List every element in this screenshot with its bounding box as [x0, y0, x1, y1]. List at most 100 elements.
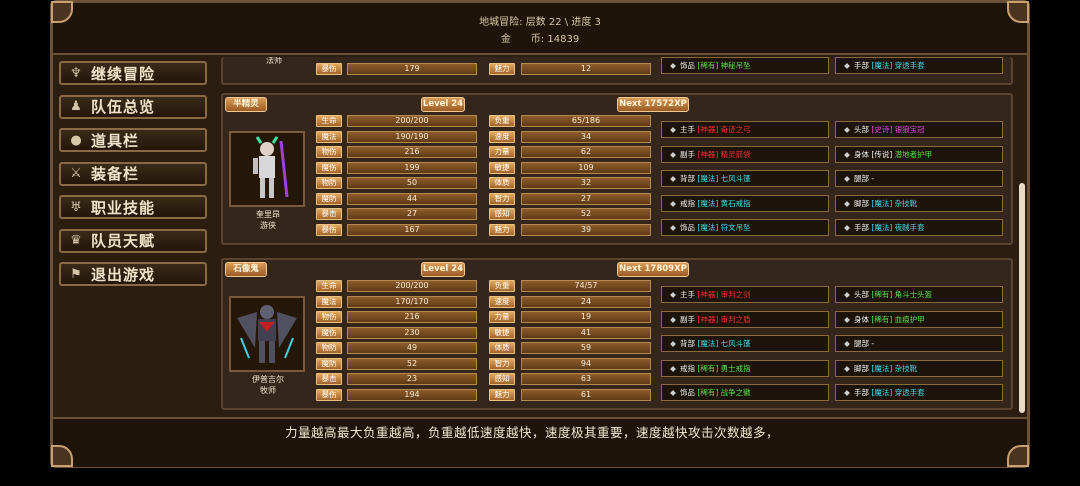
gold-display: 金 币: 14839	[500, 34, 580, 45]
demon-icon: ♆	[70, 65, 82, 81]
stat-value: 109	[521, 161, 651, 174]
stat-value: 41	[521, 326, 651, 339]
equip-slot[interactable]: ◆ 戒指 [魔法] 黄石戒指	[661, 194, 829, 212]
item-name: 勇士戒指	[720, 363, 751, 373]
equip-slot[interactable]: ◆ 饰品 [稀有] 战争之徽	[661, 384, 829, 401]
rarity-tag: [稀有]	[871, 290, 893, 299]
equip-slot[interactable]: ◆ 饰品 [稀有] 神秘吊坠	[661, 57, 829, 74]
stat-value: 63	[521, 373, 651, 385]
stat-label: 敏捷	[489, 161, 515, 174]
item-name: 血痕护甲	[894, 314, 925, 324]
equip-slot[interactable]: ◆ 手部 [魔法] 夜贼手套	[835, 219, 1003, 236]
equip-slot[interactable]: ◆ 脚部 [魔法] 杂技靴	[835, 194, 1003, 212]
item-name: 神秘吊坠	[720, 61, 751, 70]
top-status-bar: 地城冒险: 层数 22 \ 进度 3 金 币: 14839	[53, 3, 1027, 55]
menu-label: 继续冒险	[91, 64, 156, 83]
menu-button-7[interactable]: ⚑ 退出游戏	[59, 262, 207, 286]
item-icon: ◆	[670, 363, 676, 373]
menu-label: 队伍总览	[91, 98, 156, 116]
item-icon: ◆	[670, 223, 676, 232]
equip-slot[interactable]: ◆ 主手 [神器] 审判之剑	[661, 286, 829, 303]
rarity-tag: [神器]	[697, 149, 719, 159]
item-name: 奇迹之弓	[720, 125, 751, 134]
item-name: 审判之剑	[720, 290, 751, 299]
equip-slot[interactable]: ◆ 身体 [传说] 潜地者护甲	[835, 145, 1003, 163]
menu-button-4[interactable]: ⚔ 装备栏	[59, 161, 207, 186]
party-icon: ♟	[70, 99, 82, 114]
stat-value: 59	[521, 342, 651, 354]
rarity-tag: [传说]	[871, 149, 893, 159]
item-name: 黄石戒指	[720, 198, 751, 208]
stat-label: 物伤	[316, 311, 342, 323]
item-name: -	[871, 174, 875, 183]
menu-button-1[interactable]: ♆ 继续冒险	[59, 61, 207, 85]
item-icon: ◆	[844, 388, 850, 397]
stat-label: 魔伤	[316, 326, 342, 339]
stat-value: 19	[521, 311, 651, 323]
menu-label: 退出游戏	[91, 265, 156, 284]
equip-slot[interactable]: ◆ 戒指 [稀有] 勇士戒指	[661, 359, 829, 377]
rarity-tag: [稀有]	[697, 363, 719, 373]
equip-slot[interactable]: ◆ 头部 [史诗] 银狼宝冠	[835, 121, 1003, 138]
hero-portrait[interactable]	[229, 296, 305, 372]
item-name: 潜地者护甲	[894, 149, 933, 159]
menu-button-2[interactable]: ♟ 队伍总览	[59, 94, 207, 119]
rarity-tag: [魔法]	[871, 363, 893, 373]
stat-label: 暴伤	[316, 63, 342, 75]
hero-portrait[interactable]	[229, 131, 305, 207]
equip-slot[interactable]: ◆ 头部 [稀有] 角斗士头盔	[835, 286, 1003, 303]
stat-value: 27	[347, 208, 477, 220]
stat-label: 魔防	[316, 357, 342, 370]
slot-type: 脚部	[854, 198, 869, 208]
main-menu: ♆ 继续冒险 ♟ 队伍总览 ● 道具栏 ⚔ 装备栏 ♅ 职业技能 ♛ 队员天赋 ⚑ 退出游戏	[53, 57, 211, 417]
item-name: 穿透手套	[894, 61, 925, 70]
equip-slot[interactable]: ◆ 背部 [魔法] 七风斗篷	[661, 170, 829, 187]
rarity-tag: [魔法]	[697, 339, 719, 348]
slot-type: 背部	[680, 174, 695, 183]
equip-slot[interactable]: ◆ 腿部 -	[835, 335, 1003, 352]
equip-slot[interactable]: ◆ 身体 [稀有] 血痕护甲	[835, 310, 1003, 328]
equip-slot[interactable]: ◆ 手部 [魔法] 穿透手套	[835, 384, 1003, 401]
hero-sprite	[237, 305, 297, 363]
stat-value: 194	[347, 388, 477, 401]
equip-slot[interactable]: ◆ 手部 [魔法] 穿透手套	[835, 57, 1003, 74]
slot-type: 手部	[854, 388, 869, 397]
stat-label: 体质	[489, 177, 515, 189]
menu-button-5[interactable]: ♅ 职业技能	[59, 195, 207, 219]
menu-button-6[interactable]: ♛ 队员天赋	[59, 228, 207, 253]
stat-label: 暴击	[316, 208, 342, 220]
item-name: 战争之徽	[720, 388, 751, 397]
equip-slot[interactable]: ◆ 主手 [神器] 奇迹之弓	[661, 121, 829, 138]
equip-slot[interactable]: ◆ 背部 [魔法] 七风斗篷	[661, 335, 829, 352]
slot-type: 饰品	[680, 223, 695, 232]
rarity-tag: [魔法]	[871, 198, 893, 208]
equip-slot[interactable]: ◆ 副手 [神器] 审判之盾	[661, 310, 829, 328]
stat-label: 敏捷	[489, 326, 515, 339]
rarity-tag: [神器]	[697, 290, 719, 299]
item-icon: ◆	[844, 149, 850, 159]
slot-type: 副手	[680, 149, 695, 159]
rarity-tag: [神器]	[697, 125, 719, 134]
equip-slot[interactable]: ◆ 饰品 [魔法] 符文吊坠	[661, 219, 829, 236]
equip-slot[interactable]: ◆ 腿部 -	[835, 170, 1003, 187]
item-icon: ◆	[670, 290, 676, 299]
equip-slot[interactable]: ◆ 副手 [神器] 精灵箭袋	[661, 145, 829, 163]
rarity-tag: [魔法]	[697, 174, 719, 183]
hero-card[interactable]: 半精灵 Level 24 Next 17572XP 奎里昂 游侠 生命 200/200 负重 6…	[221, 93, 1013, 245]
hero-card[interactable]: 石像鬼 Level 24 Next 17809XP 伊普吉尔 牧师 生命 200/200 负重…	[221, 258, 1013, 410]
stat-value: 65/186	[521, 115, 651, 127]
stat-value: 170/170	[347, 295, 477, 308]
slot-type: 脚部	[854, 363, 869, 373]
item-icon: ◆	[670, 198, 676, 208]
item-icon: ◆	[670, 314, 676, 324]
item-name: 精灵箭袋	[720, 149, 751, 159]
stat-label: 暴击	[316, 373, 342, 385]
menu-button-3[interactable]: ● 道具栏	[59, 128, 207, 152]
equip-slot[interactable]: ◆ 脚部 [魔法] 杂技靴	[835, 359, 1003, 377]
stat-label: 物伤	[316, 146, 342, 158]
rarity-tag: [魔法]	[697, 223, 719, 232]
wings-icon: ♅	[70, 199, 82, 215]
scrollbar[interactable]	[1019, 183, 1025, 413]
hero-name: 伊普吉尔	[252, 375, 284, 384]
stat-value: 32	[521, 177, 651, 189]
